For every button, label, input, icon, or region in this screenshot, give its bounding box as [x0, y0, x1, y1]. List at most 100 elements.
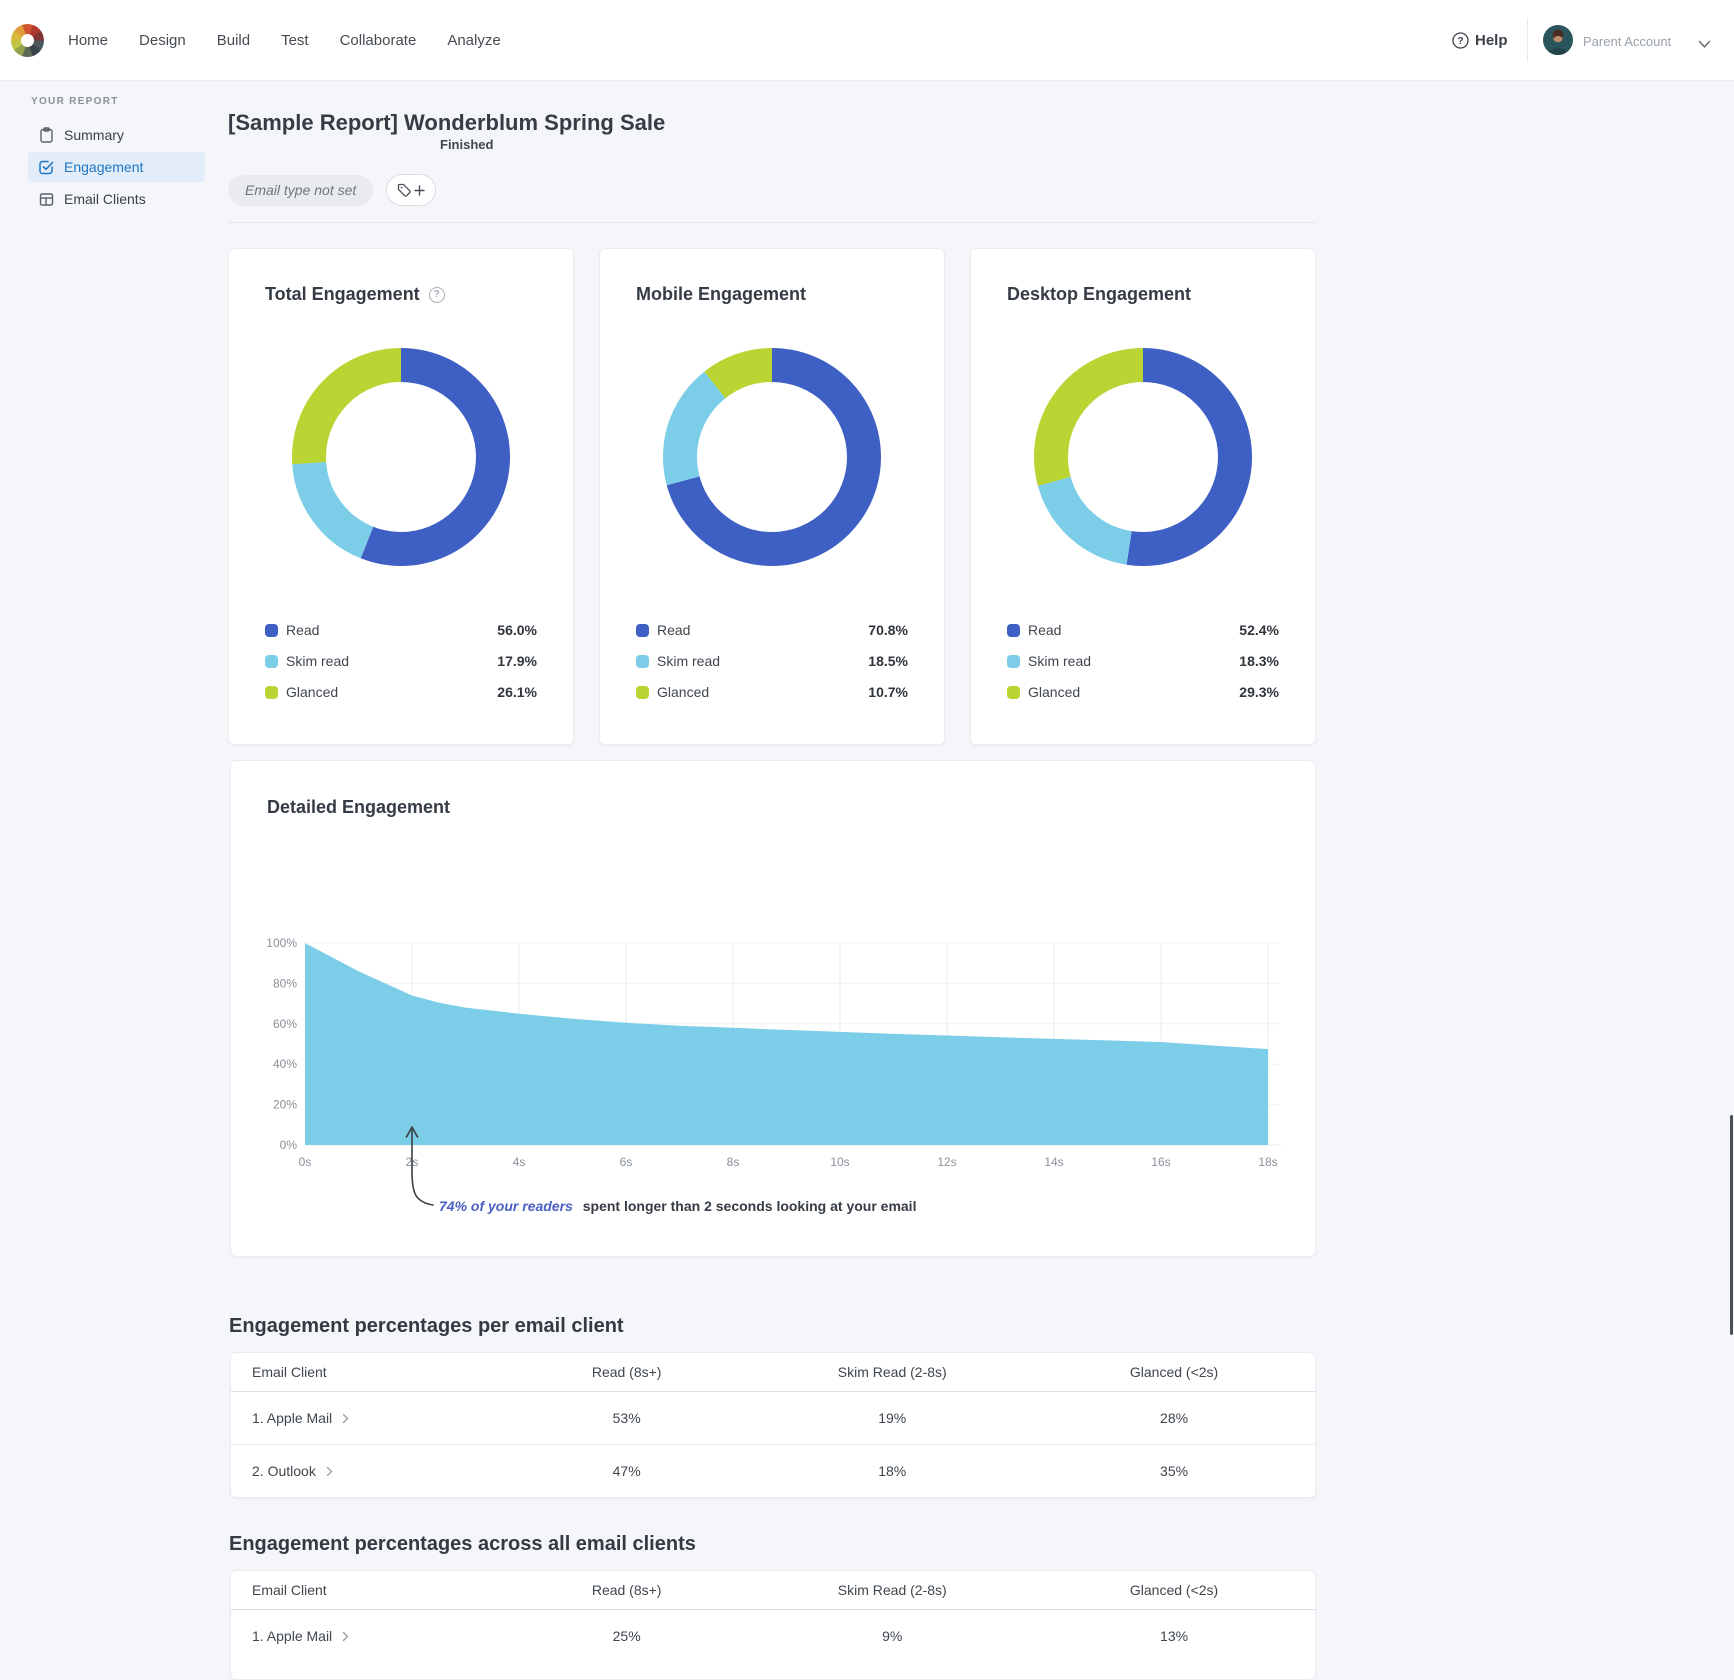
nav-item-build[interactable]: Build	[217, 32, 250, 49]
donut-legend: Read52.4%Skim read18.3%Glanced29.3%	[1007, 622, 1279, 715]
svg-text:18s: 18s	[1258, 1155, 1277, 1169]
legend-color-chip	[1007, 624, 1020, 637]
help-button[interactable]: ? Help	[1452, 0, 1508, 80]
table-row[interactable]: 1. Apple Mail25%9%13%	[231, 1610, 1315, 1662]
detailed-engagement-area-chart: 0%20%40%60%80%100%0s2s4s6s8s10s12s14s16s…	[267, 903, 1307, 1233]
svg-text:40%: 40%	[273, 1057, 297, 1071]
card-title: Total Engagement	[265, 284, 420, 305]
mobile-engagement-card: Mobile Engagement Read70.8% Skim read 18.5…	[599, 248, 945, 745]
section-heading-per-client: Engagement percentages per email client	[229, 1315, 624, 1338]
legend-label: Glanced	[1028, 684, 1080, 700]
donut-legend: Read56.0%Skim read17.9%Glanced26.1%	[265, 622, 537, 715]
legend-value: 10.7%	[868, 684, 908, 700]
legend-label: Skim read	[286, 653, 349, 669]
email-client-label: 2. Outlook	[252, 1463, 316, 1479]
legend-value: 18.5%	[868, 653, 908, 669]
chevron-right-icon	[342, 1631, 349, 1642]
legend-label: Skim read	[1028, 653, 1091, 669]
legend-label: Skim read	[657, 653, 720, 669]
sidebar-item-engagement[interactable]: Engagement	[28, 152, 205, 182]
add-tag-button[interactable]	[386, 174, 436, 206]
read-value: 53%	[502, 1410, 751, 1426]
nav-item-collaborate[interactable]: Collaborate	[340, 32, 417, 49]
svg-text:4s: 4s	[513, 1155, 526, 1169]
help-icon: ?	[1452, 32, 1469, 49]
donut-chart-desktop	[1034, 348, 1252, 571]
brand-pinwheel-logo[interactable]	[11, 24, 44, 57]
sidebar-item-label: Summary	[64, 127, 124, 143]
help-tooltip-icon[interactable]: ?	[429, 287, 445, 303]
svg-text:14s: 14s	[1044, 1155, 1063, 1169]
sidebar-item-email-clients[interactable]: Email Clients	[28, 184, 205, 214]
column-header: Read (8s+)	[502, 1364, 751, 1380]
nav-divider	[1527, 18, 1528, 62]
nav-item-analyze[interactable]: Analyze	[447, 32, 500, 49]
skim-value: 19%	[751, 1410, 1033, 1426]
donut-legend: Read70.8% Skim read 18.5% Glanced10.7%	[636, 622, 908, 715]
chevron-right-icon	[326, 1466, 333, 1477]
svg-text:20%: 20%	[273, 1098, 297, 1112]
table-row[interactable]: 1. Apple Mail 53%19%28%	[231, 1392, 1315, 1445]
annotation-highlight: 74% of your readers	[439, 1198, 573, 1214]
column-header: Glanced (<2s)	[1033, 1582, 1315, 1598]
email-client-cell[interactable]: 1. Apple Mail	[231, 1628, 502, 1644]
legend-item: Skim read18.3%	[1007, 653, 1279, 669]
svg-text:74% of your readers spen: 74% of your readers spent longer than 2 …	[439, 1198, 916, 1214]
column-header: Read (8s+)	[502, 1582, 751, 1598]
column-header: Skim Read (2-8s)	[751, 1582, 1033, 1598]
tag-row: Email type not set	[228, 174, 436, 206]
table-header-row: Email ClientRead (8s+)Skim Read (2-8s)Gl…	[231, 1571, 1315, 1610]
engagement-cards-row: Total Engagement ? Read 56.0% Skim read17.…	[228, 248, 1316, 745]
legend-label: Read	[286, 622, 319, 638]
tag-icon	[397, 183, 411, 197]
account-name[interactable]: Parent Account	[1583, 34, 1671, 49]
glanced-value: 35%	[1033, 1463, 1315, 1479]
all-clients-table: Email ClientRead (8s+)Skim Read (2-8s)Gl…	[230, 1570, 1316, 1680]
card-title: Mobile Engagement	[636, 284, 806, 305]
legend-color-chip	[1007, 655, 1020, 668]
sidebar-item-label: Engagement	[64, 159, 143, 175]
glanced-value: 28%	[1033, 1410, 1315, 1426]
plus-icon	[414, 185, 425, 196]
column-header: Skim Read (2-8s)	[751, 1364, 1033, 1380]
clipboard-icon	[39, 127, 54, 143]
table-header-row: Email ClientRead (8s+)Skim Read (2-8s)Gl…	[231, 1353, 1315, 1392]
email-client-cell[interactable]: 1. Apple Mail	[231, 1410, 502, 1426]
email-type-tag[interactable]: Email type not set	[228, 175, 373, 206]
card-title: Desktop Engagement	[1007, 284, 1191, 305]
svg-text:?: ?	[1457, 36, 1463, 47]
sidebar-item-summary[interactable]: Summary	[28, 120, 205, 150]
legend-value: 70.8%	[868, 622, 908, 638]
email-client-label: 1. Apple Mail	[252, 1410, 332, 1426]
svg-text:60%: 60%	[273, 1017, 297, 1031]
glanced-value: 13%	[1033, 1628, 1315, 1644]
top-navbar: Home Design Build Test Collaborate Analy…	[0, 0, 1734, 81]
legend-item: Skim read17.9%	[265, 653, 537, 669]
total-engagement-card: Total Engagement ? Read 56.0% Skim read17.…	[228, 248, 574, 745]
svg-text:80%: 80%	[273, 976, 297, 990]
page-title: [Sample Report] Wonderblum Spring Sale	[228, 110, 665, 136]
email-client-cell[interactable]: 2. Outlook	[231, 1463, 502, 1479]
scrollbar-thumb[interactable]	[1730, 1115, 1733, 1335]
legend-item: Glanced10.7%	[636, 684, 908, 700]
main-nav: Home Design Build Test Collaborate Analy…	[68, 0, 501, 80]
table-row[interactable]: 2. Outlook 47%18%35%	[231, 1445, 1315, 1497]
avatar[interactable]	[1543, 25, 1573, 55]
skim-value: 18%	[751, 1463, 1033, 1479]
donut-chart-mobile	[663, 348, 881, 571]
read-value: 47%	[502, 1463, 751, 1479]
svg-text:12s: 12s	[937, 1155, 956, 1169]
legend-color-chip	[265, 655, 278, 668]
svg-text:6s: 6s	[620, 1155, 633, 1169]
grid-icon	[39, 192, 54, 207]
nav-item-home[interactable]: Home	[68, 32, 108, 49]
nav-item-test[interactable]: Test	[281, 32, 309, 49]
detailed-engagement-card: Detailed Engagement 0%20%40%60%80%100%0s…	[230, 760, 1316, 1257]
legend-item: Read70.8%	[636, 622, 908, 638]
chevron-down-icon[interactable]	[1698, 36, 1711, 54]
column-header: Email Client	[231, 1582, 502, 1598]
svg-text:8s: 8s	[727, 1155, 740, 1169]
legend-color-chip	[265, 686, 278, 699]
nav-item-design[interactable]: Design	[139, 32, 186, 49]
legend-value: 56.0%	[497, 622, 537, 638]
